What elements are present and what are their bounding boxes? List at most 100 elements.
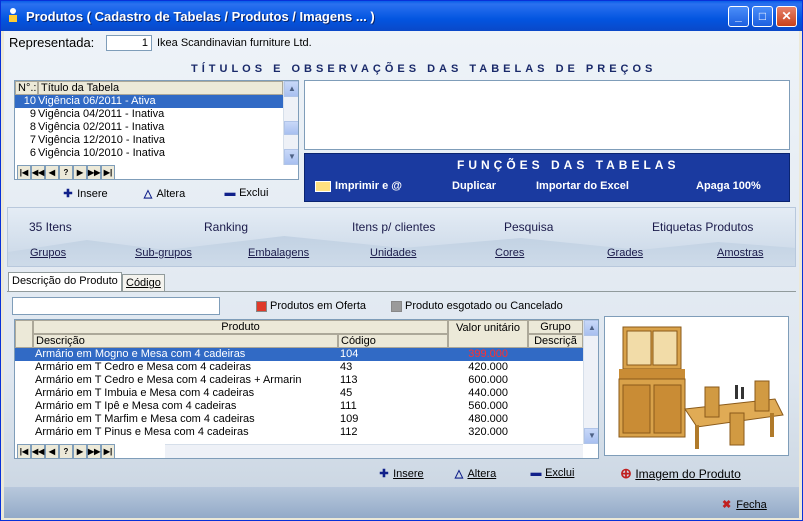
- title-row[interactable]: 10 Vigência 06/2011 - Ativa: [15, 95, 283, 108]
- title-bar[interactable]: Produtos ( Cadastro de Tabelas / Produto…: [1, 1, 802, 31]
- close-x-icon: ✖: [722, 499, 732, 511]
- products-navigator[interactable]: |◀ ◀◀ ◀? ▶ ▶▶ ▶|: [17, 444, 115, 458]
- product-row[interactable]: Armário em T Ipê e Mesa com 4 cadeiras 11…: [15, 400, 583, 413]
- titles-grid: N°.: Título da Tabela 10 Vigência 06/2011…: [14, 80, 299, 180]
- product-code: 112: [340, 426, 358, 438]
- products-insert-button[interactable]: ✚ Insere: [378, 467, 423, 480]
- title-row[interactable]: 9 Vigência 04/2011 - Inativa: [15, 108, 283, 121]
- delete-all-button[interactable]: Apaga 100%: [696, 180, 761, 192]
- product-code: 45: [340, 387, 353, 399]
- navigator-button[interactable]: ◀: [45, 165, 59, 179]
- col-price-header[interactable]: Valor unitário: [448, 320, 528, 348]
- products-scrollbar[interactable]: ▲ ▼: [583, 320, 598, 444]
- menu-cadastro-1[interactable]: Sub-grupos: [135, 247, 192, 259]
- titles-scrollbar[interactable]: ▲ ▼: [283, 81, 298, 165]
- products-delete-button[interactable]: ▬ Exclui: [530, 467, 575, 479]
- tab-description[interactable]: Descrição do Produto: [8, 272, 122, 291]
- menu-item-2[interactable]: Itens p/ clientes: [352, 220, 435, 234]
- menu-item-4[interactable]: Etiquetas Produtos: [652, 220, 753, 234]
- product-code: 113: [340, 374, 358, 386]
- navigator-button[interactable]: ?: [59, 165, 73, 179]
- product-row[interactable]: Armário em T Cedro e Mesa com 4 cadeiras…: [15, 374, 583, 387]
- products-edit-button[interactable]: △ Altera: [453, 467, 496, 480]
- titles-delete-button[interactable]: ▬ Exclui: [224, 187, 269, 199]
- product-row[interactable]: Armário em T Imbuia e Mesa com 4 cadeira…: [15, 387, 583, 400]
- navigator-button[interactable]: ▶▶: [87, 165, 101, 179]
- product-image-button[interactable]: ⊕ Imagem do Produto: [620, 465, 741, 482]
- titles-edit-button[interactable]: △ Altera: [142, 187, 185, 200]
- import-excel-button[interactable]: Importar do Excel: [536, 180, 629, 192]
- product-desc: Armário em T Imbuia e Mesa com 4 cadeira…: [35, 387, 255, 399]
- maximize-button[interactable]: □: [752, 6, 773, 27]
- menu-cadastro-4[interactable]: Cores: [495, 247, 524, 259]
- navigator-button[interactable]: ▶▶: [87, 444, 101, 458]
- product-code: 111: [340, 400, 357, 412]
- title-row-title: Vigência 04/2011 - Inativa: [38, 108, 165, 120]
- menu-cadastro-0[interactable]: Grupos: [30, 247, 66, 259]
- product-row[interactable]: Armário em T Cedro e Mesa com 4 cadeiras…: [15, 361, 583, 374]
- offer-filter[interactable]: Produtos em Oferta: [256, 300, 366, 312]
- menu-cadastro-2[interactable]: Embalagens: [248, 247, 309, 259]
- product-desc: Armário em T Cedro e Mesa com 4 cadeiras…: [35, 374, 302, 386]
- col-code-header[interactable]: Código: [338, 334, 448, 348]
- product-row[interactable]: Armário em Mogno e Mesa com 4 cadeiras 10…: [15, 348, 583, 361]
- main-window: Produtos ( Cadastro de Tabelas / Produto…: [0, 0, 803, 521]
- app-icon: [9, 8, 17, 22]
- title-row-num: 9: [29, 108, 36, 120]
- title-row-num: 6: [29, 147, 36, 159]
- product-price: 420.000: [468, 361, 508, 373]
- menu-item-1[interactable]: Ranking: [204, 220, 248, 234]
- print-icon: [315, 180, 331, 192]
- navigator-button[interactable]: ◀◀: [31, 444, 45, 458]
- titles-navigator[interactable]: |◀ ◀◀ ◀? ▶ ▶▶ ▶|: [17, 165, 115, 179]
- title-row[interactable]: 7 Vigência 12/2010 - Inativa: [15, 134, 283, 147]
- sold-out-filter[interactable]: Produto esgotado ou Cancelado: [391, 300, 563, 312]
- print-email-button[interactable]: Imprimir e @: [315, 180, 402, 192]
- product-desc: Armário em T Cedro e Mesa com 4 cadeiras: [35, 361, 252, 373]
- menu-cadastro-5[interactable]: Grades: [607, 247, 643, 259]
- minimize-button[interactable]: _: [728, 6, 749, 27]
- navigator-button[interactable]: ▶|: [101, 165, 115, 179]
- representada-label: Representada:: [9, 35, 95, 50]
- navigator-button[interactable]: ▶: [73, 165, 87, 179]
- col-num-header[interactable]: N°.:: [15, 81, 38, 95]
- window-title: Produtos ( Cadastro de Tabelas / Produto…: [26, 9, 375, 24]
- duplicate-button[interactable]: Duplicar: [452, 180, 496, 192]
- menu-cadastro-3[interactable]: Unidades: [370, 247, 416, 259]
- navigator-button[interactable]: |◀: [17, 444, 31, 458]
- functions-title: FUNÇÕES DAS TABELAS: [457, 158, 680, 172]
- navigator-button[interactable]: ◀: [45, 444, 59, 458]
- product-price: 399.000: [468, 348, 508, 360]
- close-button[interactable]: ✕: [776, 6, 797, 27]
- observations-textarea[interactable]: [304, 80, 790, 150]
- col-group-header[interactable]: Grupo: [528, 320, 583, 334]
- menu-item-3[interactable]: Pesquisa: [504, 220, 553, 234]
- col-desc-header[interactable]: Descrição: [33, 334, 338, 348]
- navigator-button[interactable]: ▶: [73, 444, 87, 458]
- col-title-header[interactable]: Título da Tabela: [38, 81, 283, 95]
- product-row[interactable]: Armário em T Marfim e Mesa com 4 cadeira…: [15, 413, 583, 426]
- representada-code-field[interactable]: 1: [106, 35, 152, 51]
- tab-code[interactable]: Código: [122, 274, 165, 291]
- titles-insert-button[interactable]: ✚ Insere: [62, 187, 107, 200]
- product-desc: Armário em T Pinus e Mesa com 4 cadeiras: [35, 426, 249, 438]
- menu-cadastro-6[interactable]: Amostras: [717, 247, 763, 259]
- titles-banner: TÍTULOS E OBSERVAÇÕES DAS TABELAS DE PRE…: [191, 63, 657, 75]
- product-row[interactable]: Armário em T Pinus e Mesa com 4 cadeiras…: [15, 426, 583, 439]
- product-desc: Armário em T Marfim e Mesa com 4 cadeira…: [35, 413, 255, 425]
- title-row[interactable]: 8 Vigência 02/2011 - Inativa: [15, 121, 283, 134]
- product-search-input[interactable]: [12, 297, 220, 315]
- navigator-button[interactable]: ▶|: [101, 444, 115, 458]
- navigator-button[interactable]: ?: [59, 444, 73, 458]
- close-form-button[interactable]: ✖ Fecha: [722, 498, 767, 511]
- col-group-desc-header[interactable]: Descriçã: [528, 334, 583, 348]
- products-hscrollbar[interactable]: [165, 444, 583, 458]
- menu-item-0[interactable]: 35 Itens: [29, 220, 72, 234]
- product-code: 104: [340, 348, 359, 360]
- navigator-button[interactable]: ◀◀: [31, 165, 45, 179]
- navigator-button[interactable]: |◀: [17, 165, 31, 179]
- title-row[interactable]: 6 Vigência 10/2010 - Inativa: [15, 147, 283, 160]
- product-group-header: Produto: [33, 320, 448, 334]
- plus-icon: ✚: [379, 468, 389, 480]
- sold-out-color-swatch: [391, 300, 402, 312]
